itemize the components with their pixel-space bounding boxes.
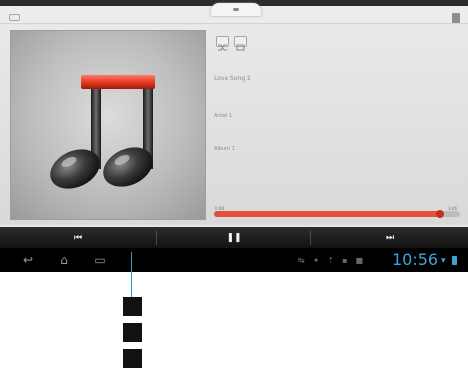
home-icon[interactable]: ⌂ — [51, 248, 77, 272]
back-icon[interactable]: ↩ — [15, 248, 41, 272]
shuffle-icon — [218, 44, 227, 51]
legend-box — [123, 297, 142, 316]
wifi-icon: ▾ — [441, 256, 446, 266]
tablet-screen: Love Song 2 Artist 1 Album 1 0:48 3:46 ⏮… — [0, 0, 468, 272]
pause-button[interactable]: ❚❚ — [158, 227, 310, 248]
divider — [156, 230, 157, 245]
song-title: Love Song 2 — [214, 75, 251, 82]
repeat-icon — [236, 44, 245, 51]
battery-icon — [452, 256, 457, 265]
callout-line — [131, 252, 132, 297]
player-controls-bar: ⏮ ❚❚ ⏭ — [0, 227, 468, 248]
back-small-icon[interactable] — [9, 14, 20, 21]
progress-bar[interactable] — [214, 210, 460, 218]
previous-track-button[interactable]: ⏮ — [0, 227, 156, 248]
next-icon: ⏭ — [385, 232, 395, 243]
notch-indicator — [233, 8, 239, 11]
divider — [310, 230, 311, 245]
legend-box — [123, 323, 142, 342]
notification-icon: ▪ — [342, 255, 348, 265]
system-nav-bar: ↩ ⌂ ▭ ↹ ✦ ⇡ ▪ ■ 10:56 ▾ — [0, 248, 468, 272]
album-name: Album 1 — [214, 146, 235, 152]
settings-icon: ✦ — [312, 255, 320, 265]
progress-handle[interactable] — [436, 210, 445, 218]
clock: 10:56 — [392, 250, 439, 269]
legend-box — [123, 349, 142, 368]
album-art — [10, 30, 206, 220]
next-track-button[interactable]: ⏭ — [312, 227, 468, 248]
repeat-button[interactable] — [234, 36, 247, 51]
usb-icon: ↹ — [298, 255, 305, 265]
artist-name: Artist 1 — [214, 113, 233, 119]
notification-pull-tab[interactable] — [211, 3, 261, 16]
progress-fill — [214, 211, 441, 217]
recent-apps-icon[interactable]: ▭ — [87, 248, 113, 272]
shuffle-button[interactable] — [216, 36, 229, 51]
previous-icon: ⏮ — [73, 232, 83, 243]
pause-icon: ❚❚ — [226, 232, 242, 243]
upload-icon: ⇡ — [327, 255, 335, 265]
music-note-icon — [50, 75, 155, 189]
music-status-icon: ■ — [355, 255, 364, 265]
status-icons: ↹ ✦ ⇡ ▪ ■ — [298, 248, 363, 272]
menu-icon[interactable] — [452, 13, 460, 23]
